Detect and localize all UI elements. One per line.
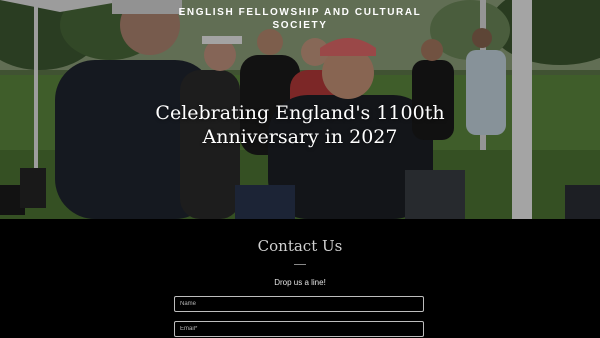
title-divider	[294, 264, 306, 265]
contact-section: Contact Us Drop us a line!	[0, 219, 600, 338]
contact-tagline: Drop us a line!	[274, 278, 326, 287]
hero-section: ENGLISH FELLOWSHIP AND CULTURAL SOCIETY …	[0, 0, 600, 219]
email-field[interactable]	[174, 321, 424, 337]
hero-headline: Celebrating England's 1100th Anniversary…	[155, 102, 445, 148]
site-title[interactable]: ENGLISH FELLOWSHIP AND CULTURAL SOCIETY	[170, 6, 430, 32]
name-field[interactable]	[174, 296, 424, 312]
contact-title: Contact Us	[257, 237, 343, 255]
